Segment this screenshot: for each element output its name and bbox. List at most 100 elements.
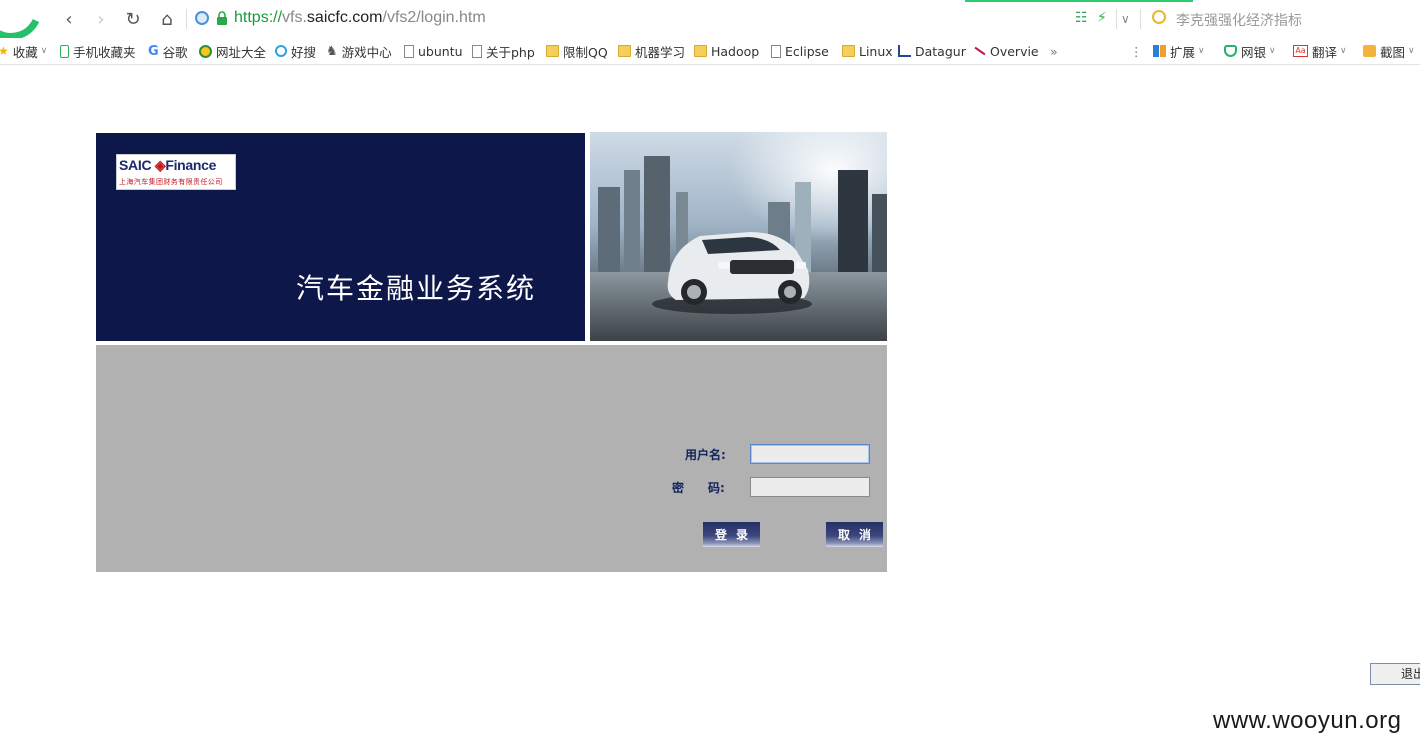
extension-label: 翻译 [1312, 44, 1338, 60]
scissors-icon [1363, 45, 1376, 57]
home-icon[interactable]: ⌂ [156, 8, 178, 30]
password-input[interactable] [750, 477, 870, 497]
bookmark-datagur[interactable]: Datagur [898, 42, 966, 60]
logo-name: Finance [165, 157, 217, 173]
translate-icon: Aa [1293, 45, 1308, 57]
extension-label: 网银 [1241, 44, 1267, 60]
car-photo [590, 132, 887, 341]
bookmark-ubuntu[interactable]: ubuntu [404, 42, 463, 60]
bookmark-ml[interactable]: 机器学习 [618, 42, 685, 60]
system-title: 汽车金融业务系统 [296, 272, 537, 305]
bookmark-hao123[interactable]: 网址大全 [199, 42, 266, 60]
password-label: 密 码: [672, 481, 725, 495]
screenshot-button[interactable]: 截图 ∨ [1363, 42, 1415, 60]
browser-toolbar: ‹ › ↻ ⌂ https://vfs.saicfc.com/vfs2/logi… [0, 0, 1420, 49]
shield-icon [1224, 45, 1237, 57]
lock-icon[interactable] [216, 11, 228, 25]
bookmark-google[interactable]: G 谷歌 [148, 42, 188, 60]
bookmark-label: 好搜 [291, 44, 317, 60]
header-banner: SAIC ◈Finance 上海汽车集团财务有限责任公司 汽车金融业务系统 [96, 133, 585, 341]
site-info-icon[interactable] [195, 11, 209, 25]
slash-icon [974, 46, 986, 56]
menu-dots-icon[interactable]: ⋮ [1130, 42, 1143, 60]
bookmark-eclipse[interactable]: Eclipse [771, 42, 829, 60]
bookmark-label: 网址大全 [216, 44, 267, 60]
logo-mark-icon: ◈ [154, 157, 166, 173]
bookmark-label: 收藏 [12, 44, 38, 60]
translate-button[interactable]: Aa 翻译 ∨ [1293, 42, 1347, 60]
bookmark-label: 限制QQ [563, 44, 608, 60]
bookmark-label: Datagur [915, 43, 966, 59]
folder-icon [618, 45, 631, 57]
bookmark-linux[interactable]: Linux [842, 42, 893, 60]
username-input[interactable] [750, 444, 870, 464]
forward-icon[interactable]: › [90, 8, 112, 30]
page-icon [404, 44, 414, 58]
url-path: /vfs2/login.htm [382, 9, 486, 26]
bookmark-label: 谷歌 [162, 44, 188, 60]
search-engine-icon [1152, 10, 1166, 24]
extensions-button[interactable]: 扩展 ∨ [1153, 42, 1205, 60]
car-city-image [590, 132, 887, 341]
bookmark-label: ubuntu [418, 43, 463, 59]
grid-icon [1153, 45, 1166, 57]
url-host: saicfc.com [306, 9, 383, 26]
bookmark-label: 手机收藏夹 [73, 44, 136, 60]
bookmark-hadoop[interactable]: Hadoop [694, 42, 759, 60]
chevron-down-icon: ∨ [1269, 46, 1276, 56]
extension-label: 扩展 [1170, 44, 1196, 60]
bookmarks-more-button[interactable]: » [1050, 42, 1058, 60]
bookmark-overview[interactable]: Overvie [974, 42, 1039, 60]
bookmark-games[interactable]: ♞ 游戏中心 [326, 42, 392, 60]
bookmark-label: Hadoop [711, 43, 760, 59]
toolbar-divider [186, 9, 187, 29]
page-load-progress [965, 0, 1193, 2]
qr-code-icon[interactable]: ☷ [1075, 10, 1088, 26]
chart-icon [898, 45, 911, 57]
folder-icon [546, 45, 559, 57]
google-icon: G [148, 43, 159, 59]
page-icon [472, 44, 482, 58]
bookmark-label: 机器学习 [635, 44, 686, 60]
url-scheme: https:// [234, 9, 283, 26]
bookmark-label: 关于php [486, 44, 535, 60]
bookmark-label: 游戏中心 [341, 44, 392, 60]
page-icon [771, 44, 781, 58]
circle-icon [199, 44, 212, 58]
chevron-down-icon: ∨ [1340, 46, 1347, 56]
bookmark-limit-qq[interactable]: 限制QQ [546, 42, 608, 60]
bookmark-php[interactable]: 关于php [472, 42, 535, 60]
address-bar[interactable]: https://vfs.saicfc.com/vfs2/login.htm [234, 9, 486, 27]
dropdown-chevron-icon[interactable]: ∨ [1121, 12, 1130, 26]
star-icon: ★ [0, 44, 9, 58]
reload-icon[interactable]: ↻ [122, 8, 144, 30]
chevron-down-icon: ∨ [1408, 46, 1415, 56]
online-banking-button[interactable]: 网银 ∨ [1224, 42, 1276, 60]
folder-icon [842, 45, 855, 57]
extension-label: 截图 [1380, 44, 1406, 60]
lightning-icon[interactable]: ⚡ [1097, 10, 1107, 26]
username-label: 用户名: [685, 448, 726, 462]
bookmark-favorites[interactable]: ★ 收藏 ∨ [0, 42, 47, 60]
search-box[interactable]: 李克强强化经济指标 [1150, 8, 1410, 30]
bookmark-label: Eclipse [785, 43, 829, 59]
exit-button[interactable]: 退出 [1370, 663, 1420, 685]
phone-icon [60, 44, 69, 58]
chevron-down-icon: ∨ [1198, 46, 1205, 56]
cancel-button[interactable]: 取消 [826, 522, 883, 547]
search-icon [275, 45, 287, 57]
bookmark-label: Overvie [990, 43, 1039, 59]
bookmark-mobile[interactable]: 手机收藏夹 [60, 42, 136, 60]
bookmark-haosou[interactable]: 好搜 [275, 42, 316, 60]
bookmarks-bar: ★ 收藏 ∨ 手机收藏夹 G 谷歌 网址大全 好搜 ♞ 游戏中心 ubuntu 关于ph… [0, 38, 1420, 65]
logo-brand: SAIC [119, 157, 152, 173]
search-hint: 李克强强化经济指标 [1176, 13, 1302, 29]
watermark: www.wooyun.org [1213, 707, 1402, 734]
gamepad-icon: ♞ [326, 43, 338, 59]
bookmark-label: Linux [859, 43, 893, 59]
saic-finance-logo: SAIC ◈Finance 上海汽车集团财务有限责任公司 [116, 154, 236, 190]
chevron-down-icon: ∨ [40, 46, 48, 56]
login-form-panel: 用户名: 密 码: 登录 取消 [96, 345, 887, 572]
back-icon[interactable]: ‹ [58, 8, 80, 30]
login-button[interactable]: 登录 [703, 522, 760, 547]
